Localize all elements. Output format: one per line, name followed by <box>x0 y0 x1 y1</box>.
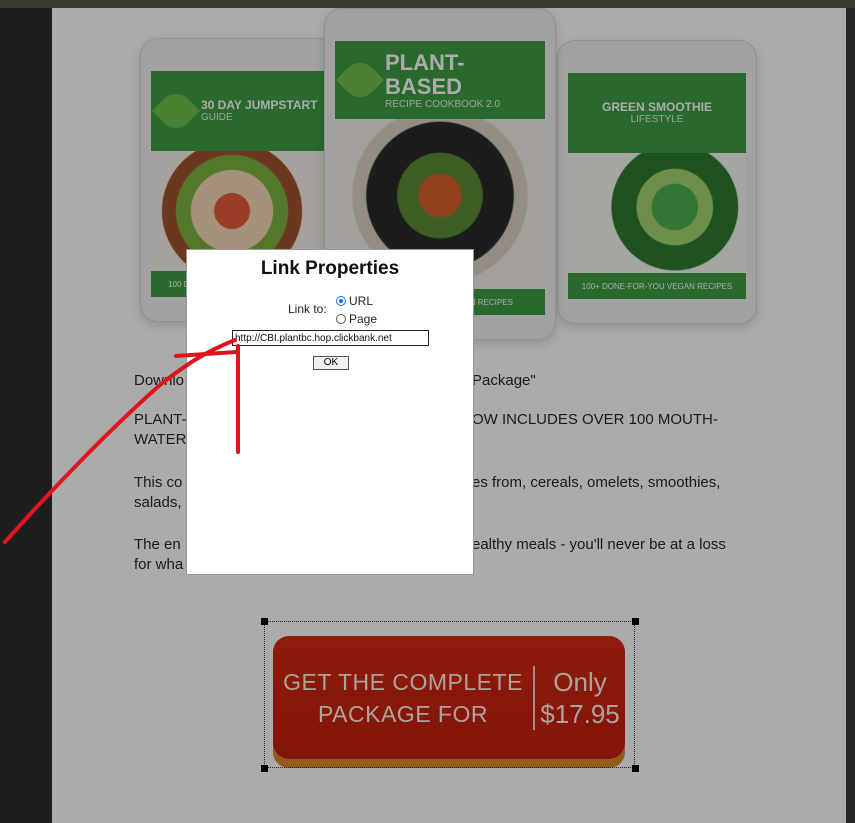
radio-option-page[interactable]: Page <box>336 312 377 326</box>
radio-url-label: URL <box>349 294 374 308</box>
link-properties-dialog: Link Properties Link to: URL Page OK <box>186 249 474 575</box>
radio-page[interactable] <box>336 314 346 324</box>
radio-page-label: Page <box>349 312 378 326</box>
url-input[interactable] <box>232 330 429 346</box>
ok-button[interactable]: OK <box>313 356 349 370</box>
link-to-label: Link to: <box>288 302 327 316</box>
radio-option-url[interactable]: URL <box>336 294 373 308</box>
radio-url[interactable] <box>336 296 346 306</box>
dialog-title: Link Properties <box>260 258 400 279</box>
